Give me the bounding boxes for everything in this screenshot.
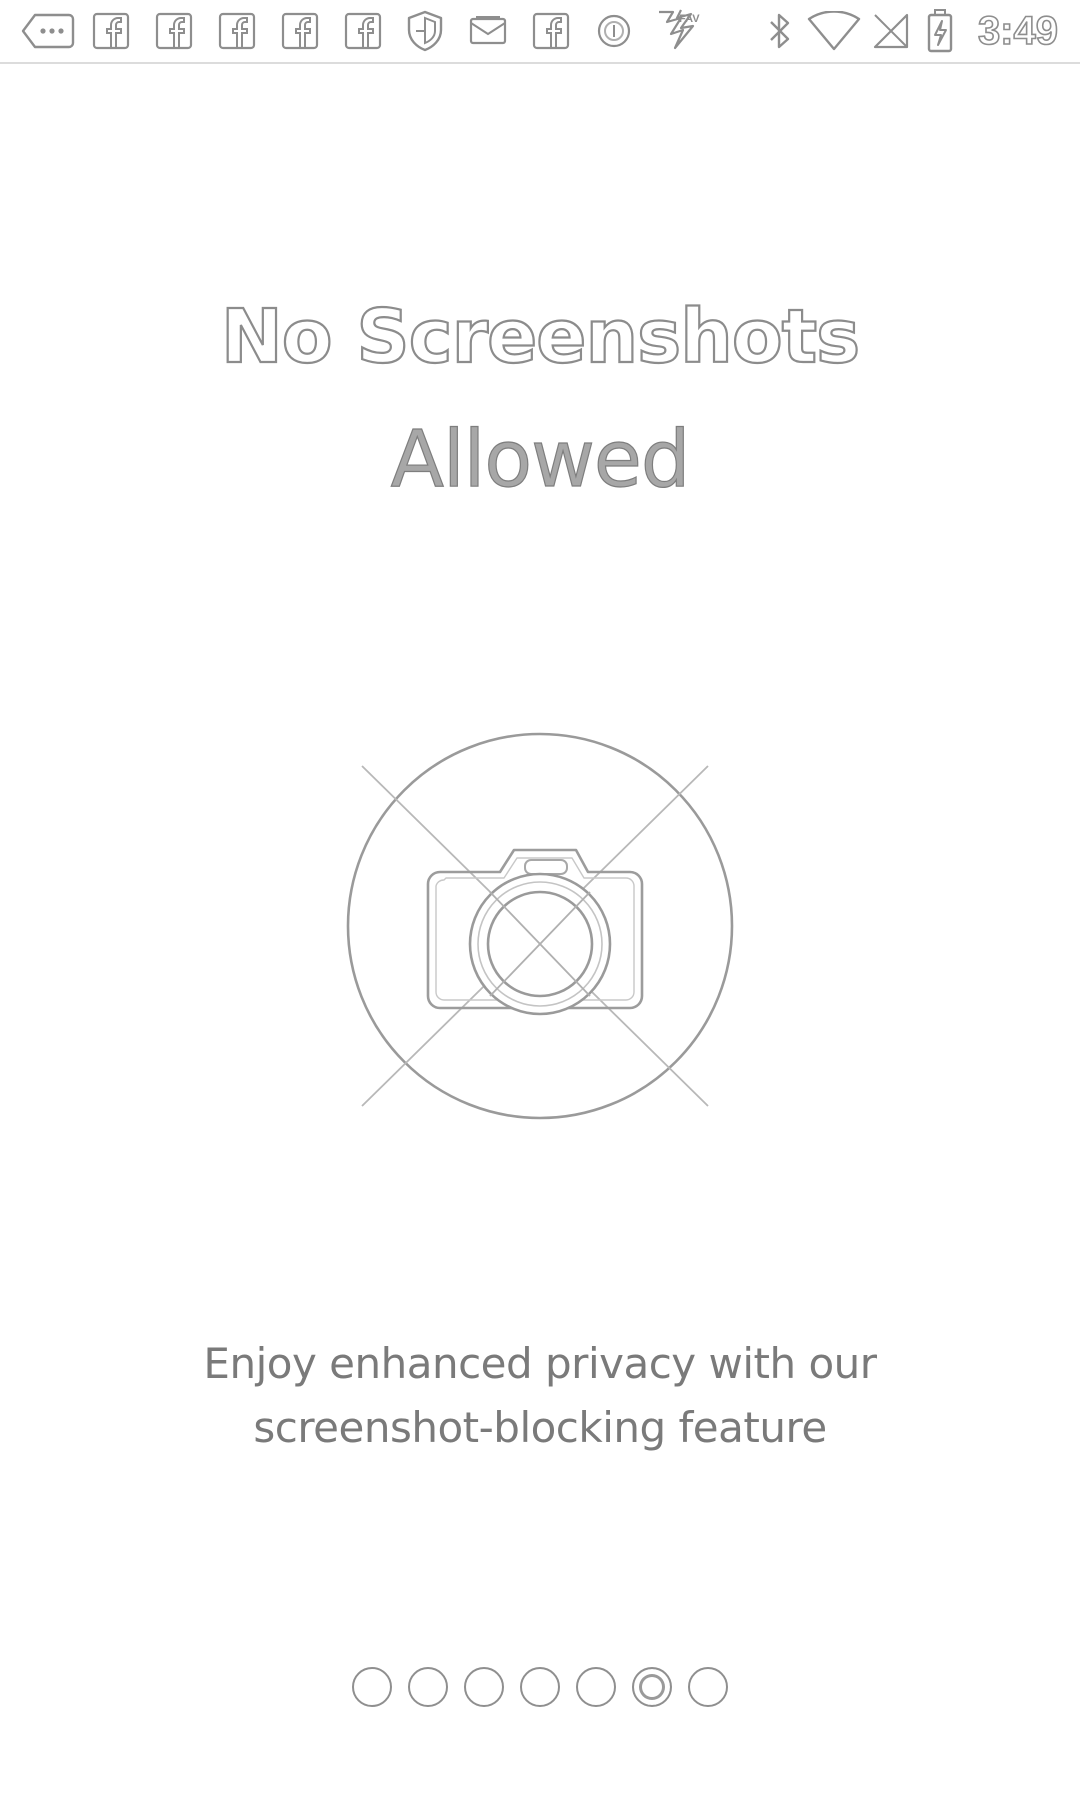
email-icon [466, 10, 510, 52]
page-title: No Screenshots [220, 293, 861, 381]
page-dot[interactable] [688, 1667, 728, 1707]
feature-description: Enjoy enhanced privacy with our screensh… [203, 1339, 877, 1452]
facebook-icon [342, 10, 384, 52]
page-dot[interactable] [576, 1667, 616, 1707]
app-icon: FAV [652, 9, 704, 52]
facebook-icon [90, 10, 132, 52]
facebook-icon [216, 10, 258, 52]
page-subtitle: Allowed [390, 414, 691, 505]
shield-icon [404, 10, 446, 52]
page-dot[interactable] [408, 1667, 448, 1707]
more-options-icon [20, 10, 76, 52]
no-camera-icon [344, 730, 736, 1122]
facebook-icon [279, 10, 321, 52]
page-dot-active[interactable] [632, 1667, 672, 1707]
page-dot[interactable] [352, 1667, 392, 1707]
status-bar: FAV 3:49 [0, 0, 1080, 64]
facebook-icon [530, 10, 572, 52]
circle-icon [593, 10, 635, 52]
status-clock: 3:49 [977, 8, 1059, 54]
facebook-icon [153, 10, 195, 52]
no-sim-icon [870, 10, 912, 52]
wifi-icon [806, 10, 862, 52]
page-dot[interactable] [464, 1667, 504, 1707]
page-dot[interactable] [520, 1667, 560, 1707]
svg-text:FAV: FAV [679, 13, 700, 25]
page-indicator [0, 1667, 1080, 1707]
bluetooth-icon [762, 10, 798, 52]
battery-charging-icon [924, 9, 956, 53]
